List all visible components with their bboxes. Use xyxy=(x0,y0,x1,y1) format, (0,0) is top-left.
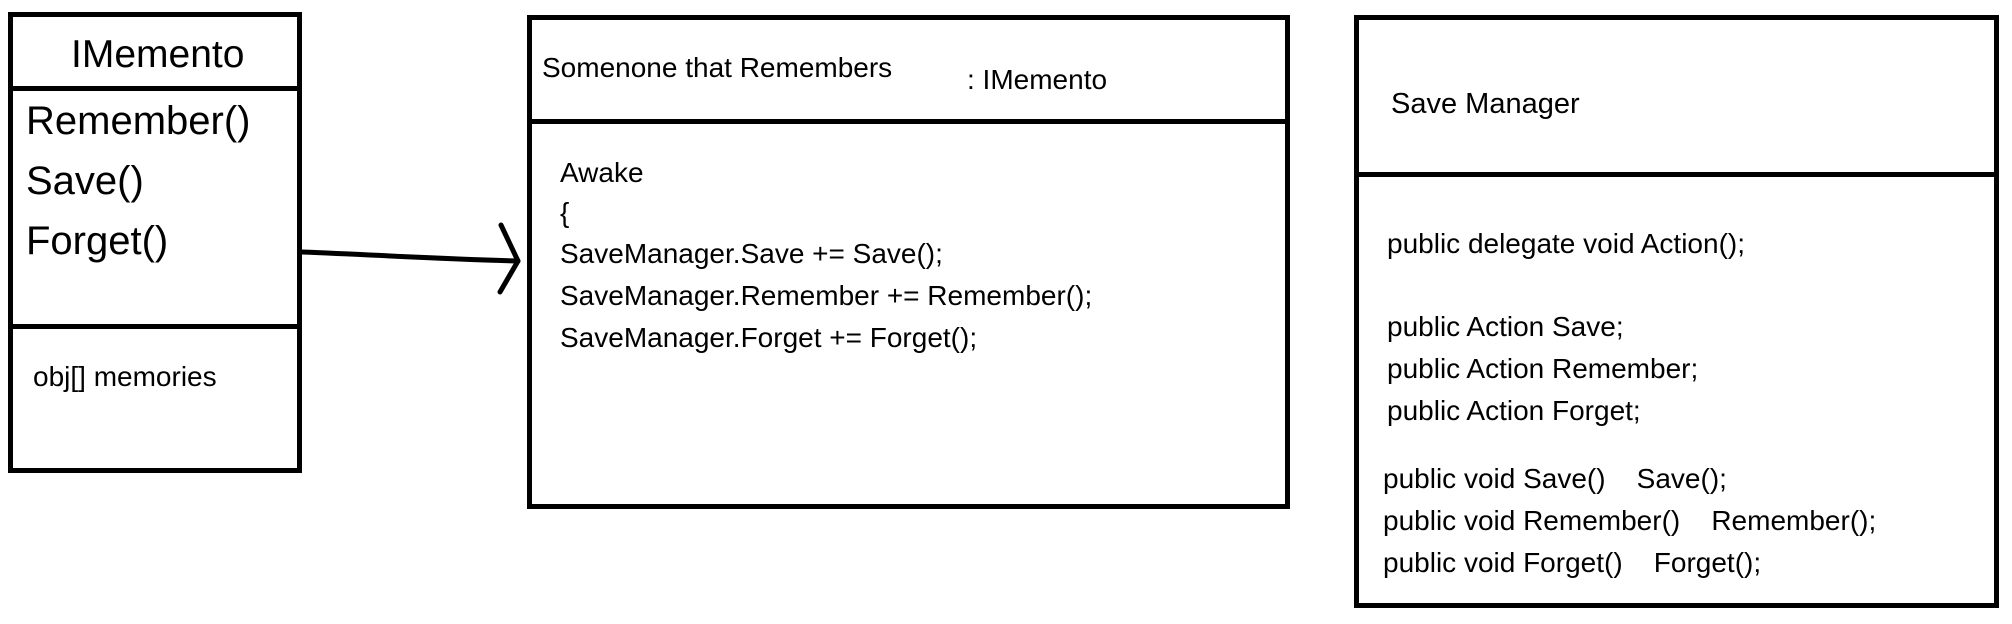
arrow-shaft xyxy=(299,249,521,264)
someone-code-line: Awake xyxy=(560,157,644,188)
save-manager-code-line: public void Save() Save(); xyxy=(1383,463,1727,494)
save-manager-code-line: public void Forget() Forget(); xyxy=(1383,547,1762,578)
save-manager-title: Save Manager xyxy=(1391,88,1580,120)
someone-header-divider xyxy=(532,119,1285,124)
someone-code-line: { xyxy=(560,197,570,228)
save-manager-code-line: public Action Remember; xyxy=(1387,353,1699,384)
arrow-icon xyxy=(299,222,521,295)
imemento-fields-divider xyxy=(13,324,297,329)
imemento-method-save: Save() xyxy=(26,159,144,203)
save-manager-header-divider xyxy=(1359,172,1994,177)
someone-title: Somenone that Remembers xyxy=(542,52,893,83)
someone-code-line: SaveManager.Save += Save(); xyxy=(560,238,943,269)
save-manager-code-line: public Action Save; xyxy=(1387,311,1624,342)
arrow-head xyxy=(497,222,521,295)
imemento-title: IMemento xyxy=(71,33,245,76)
imemento-method-forget: Forget() xyxy=(26,219,169,263)
imemento-class-box: IMemento Remember() Save() Forget() obj[… xyxy=(8,12,302,473)
imemento-method-remember: Remember() xyxy=(26,99,251,143)
someone-code-line: SaveManager.Forget += Forget(); xyxy=(560,322,978,353)
save-manager-code-line: public void Remember() Remember(); xyxy=(1383,505,1877,536)
save-manager-code-line: public delegate void Action(); xyxy=(1387,228,1745,259)
imemento-field-memories: obj[] memories xyxy=(33,361,217,392)
save-manager-class-box: Save Manager public delegate void Action… xyxy=(1354,15,1999,608)
someone-interface-label: : IMemento xyxy=(967,64,1108,95)
imemento-header-divider xyxy=(13,86,297,91)
someone-code-line: SaveManager.Remember += Remember(); xyxy=(560,280,1093,311)
someone-class-box: Somenone that Remembers : IMemento Awake… xyxy=(527,15,1290,509)
save-manager-code-line: public Action Forget; xyxy=(1387,395,1641,426)
